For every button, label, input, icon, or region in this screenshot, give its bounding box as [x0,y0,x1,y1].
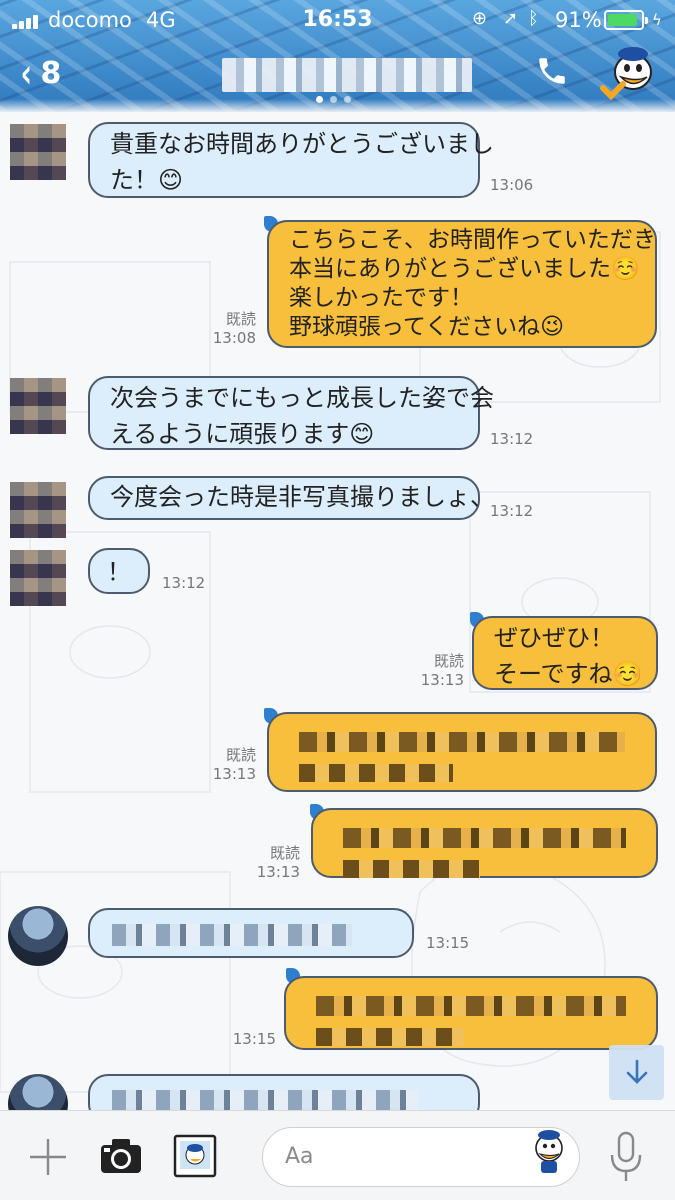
message-text: 貴重なお時間ありがとうございまし [110,130,494,158]
message-time: 13:13 [256,863,300,881]
message-input-placeholder: Aa [285,1144,314,1169]
read-label: 既読 [269,844,300,862]
message-text: 楽しかったです！ [289,285,473,311]
page-dot [344,96,351,103]
status-bar: docomo 4G 16:53 ⊕ ➚ ᛒ 91% ϟ [0,0,675,40]
message-text: 野球頑張ってくださいね😉 [289,314,565,340]
read-time: 既読 13:13 [408,652,464,690]
avatar[interactable] [10,378,66,434]
chat-header: docomo 4G 16:53 ⊕ ➚ ᛒ 91% ϟ ‹ 8 [0,0,675,112]
chat-area[interactable]: 貴重なお時間ありがとうございまし た！😊 13:06 こちらこそ、お時間作ってい… [0,112,675,1110]
message-time: 13:06 [490,176,534,194]
message-text: ！ [107,558,131,586]
message-text: えるように頑張ります😊 [110,420,375,448]
message-bubble-right-redacted[interactable] [267,712,657,792]
message-time: 13:15 [232,1030,276,1048]
message-bubble-right-redacted[interactable] [311,808,658,878]
message-time: 13:13 [212,765,256,783]
message-time: 13:12 [490,430,534,448]
page-dots [316,96,351,103]
avatar[interactable] [8,906,68,966]
avatar[interactable] [10,550,66,606]
message-bubble-right[interactable]: こちらこそ、お時間作っていただき 本当にありがとうございました☺️ 楽しかったで… [267,220,657,348]
back-count: 8 [40,56,62,91]
back-button[interactable]: ‹ 8 [18,50,62,97]
charging-icon: ϟ [652,11,662,29]
message-text: 本当にありがとうございました☺️ [289,256,640,282]
read-time: 既読 13:13 [200,746,256,784]
back-chevron-icon: ‹ [20,50,33,97]
page-dot [316,96,323,103]
sticker-mascot-icon[interactable] [527,1126,571,1176]
message-text: そーですね☺️ [494,660,643,688]
read-label: 既読 [433,652,464,670]
photo-icon[interactable] [172,1133,218,1179]
mic-icon[interactable] [608,1131,644,1183]
message-text: た！😊 [110,166,184,194]
message-time: 13:13 [420,671,464,689]
battery-percent: 91% [555,8,602,32]
message-bubble-right[interactable]: ぜひぜひ！ そーですね☺️ [472,616,658,690]
phone-icon[interactable] [535,54,569,88]
message-time: 13:12 [490,502,534,520]
read-label: 既読 [225,746,256,764]
message-time: 13:08 [212,329,256,347]
camera-icon[interactable] [98,1133,144,1179]
read-label: 既読 [225,310,256,328]
message-text: 今度会った時是非写真撮りましょ、 [110,483,494,511]
menu-mascot-icon[interactable] [597,44,665,104]
message-text: 次会うまでにもっと成長した姿で会 [110,384,494,412]
message-text: ぜひぜひ！ [494,624,614,652]
message-time: 13:15 [426,934,470,952]
message-text: こちらこそ、お時間作っていただき [289,227,656,253]
arrow-down-icon [626,1059,648,1084]
message-bubble-left-redacted[interactable] [88,1074,480,1110]
page-dot [330,96,337,103]
message-bubble-left[interactable]: ！ [88,548,150,594]
message-bubble-left[interactable]: 貴重なお時間ありがとうございまし た！😊 [88,122,494,198]
composer-bar: Aa [0,1110,675,1200]
read-time: 既読 13:13 [244,844,300,882]
orientation-lock-icon: ⊕ [472,8,488,29]
message-bubble-left[interactable]: 今度会った時是非写真撮りましょ、 [88,476,494,520]
battery-icon [604,10,648,30]
bluetooth-icon: ᛒ [528,8,539,29]
read-time: 既読 13:08 [200,310,256,348]
chat-title-redacted [222,58,472,92]
message-bubble-left-redacted[interactable] [88,908,414,958]
message-time: 13:12 [162,574,206,592]
avatar[interactable] [10,482,66,538]
message-bubble-left[interactable]: 次会うまでにもっと成長した姿で会 えるように頑張ります😊 [88,376,494,450]
avatar[interactable] [10,124,66,180]
message-bubble-right-redacted[interactable] [284,976,658,1050]
scroll-to-bottom-button[interactable] [609,1045,664,1100]
plus-icon[interactable] [28,1137,68,1177]
location-icon: ➚ [503,8,519,29]
